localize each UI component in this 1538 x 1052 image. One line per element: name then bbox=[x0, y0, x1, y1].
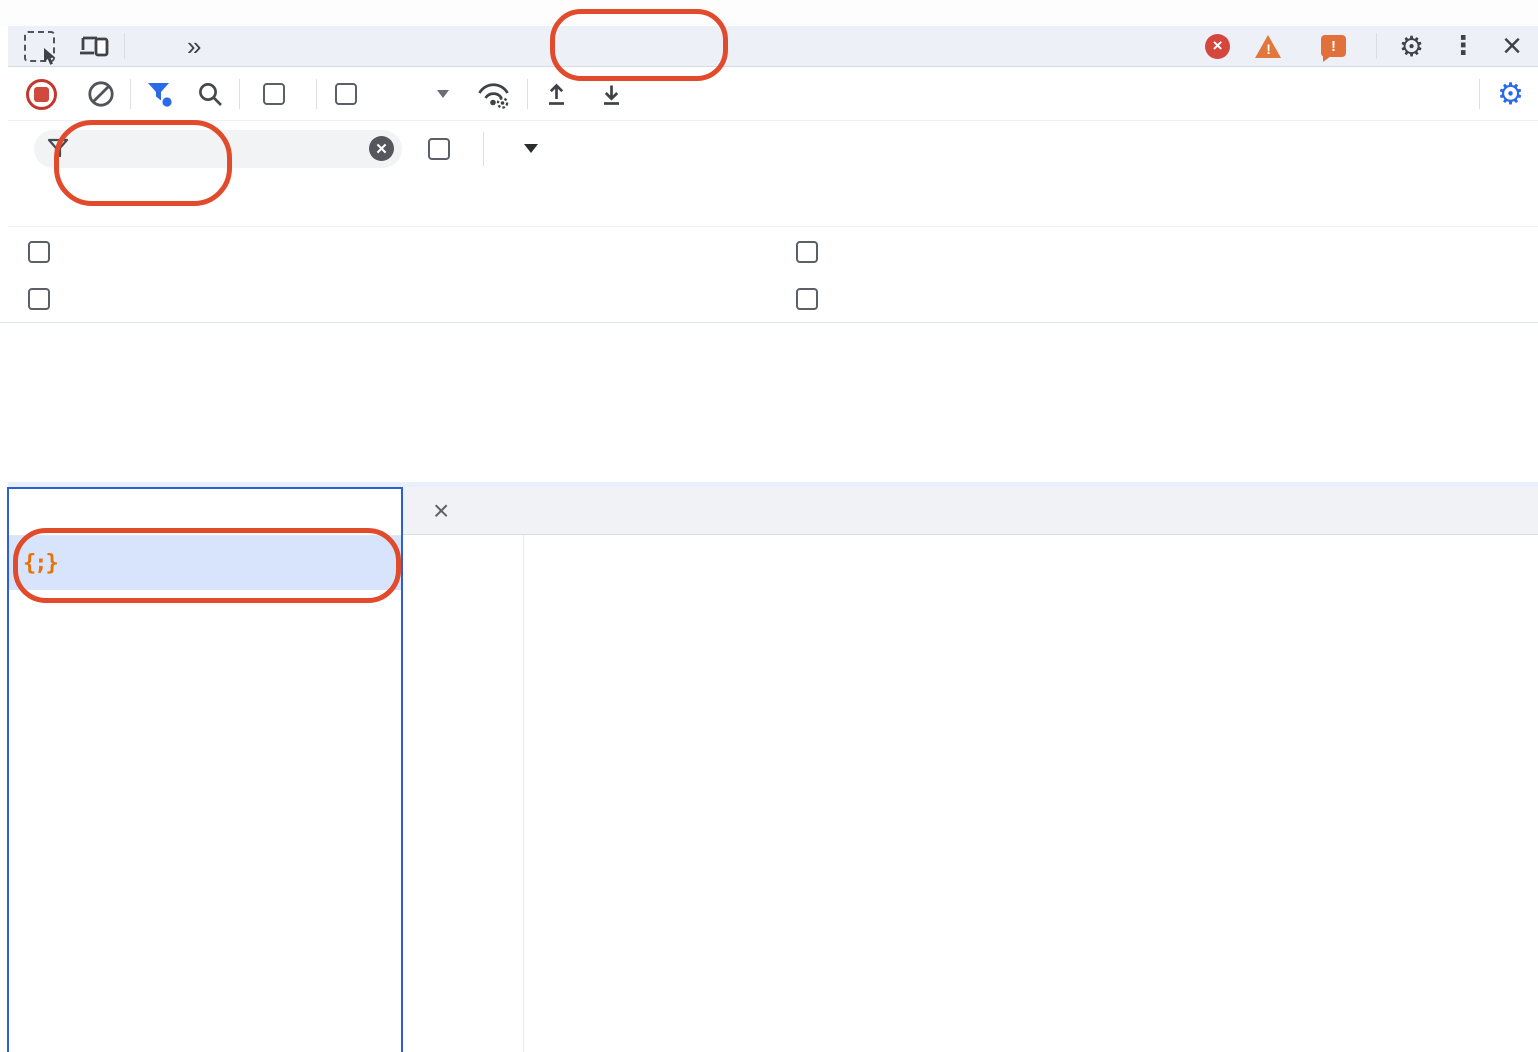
json-braces-icon: {;} bbox=[23, 551, 57, 576]
request-list-panel: {;} bbox=[7, 487, 403, 1052]
gutter-divider bbox=[523, 535, 524, 1052]
detail-tab-bar: × bbox=[403, 487, 1538, 535]
network-toolbar: ⚙ bbox=[8, 68, 1538, 121]
network-options bbox=[8, 227, 1538, 322]
divider bbox=[1479, 79, 1480, 109]
divider bbox=[124, 33, 125, 59]
timeline-overview[interactable] bbox=[0, 322, 1538, 482]
inspect-element-icon[interactable] bbox=[24, 31, 55, 62]
har-import-icon[interactable] bbox=[543, 80, 570, 108]
divider bbox=[130, 79, 131, 109]
close-detail-icon[interactable]: × bbox=[433, 497, 449, 525]
devtools-window: » × ! ! ⚙ ⋮ × bbox=[0, 0, 1538, 1052]
record-network-log-button[interactable] bbox=[26, 79, 57, 110]
console-errors-button[interactable]: × bbox=[1205, 34, 1238, 59]
more-options-icon[interactable]: ⋮ bbox=[1450, 31, 1476, 61]
devtools-tab-bar: » × ! ! ⚙ ⋮ × bbox=[8, 26, 1538, 67]
error-icon: × bbox=[1205, 34, 1230, 59]
resource-type-chip-row bbox=[8, 176, 1538, 227]
cursor-arrow-icon bbox=[43, 47, 59, 65]
warning-icon: ! bbox=[1255, 34, 1282, 58]
big-request-rows-checkbox[interactable] bbox=[28, 241, 50, 263]
network-filter-row: ✕ bbox=[8, 121, 1538, 176]
more-filters-caret-icon[interactable] bbox=[524, 144, 538, 153]
divider bbox=[316, 79, 317, 109]
preserve-log-checkbox[interactable] bbox=[263, 83, 285, 105]
response-viewer[interactable] bbox=[403, 535, 1538, 1052]
filter-funnel-icon[interactable] bbox=[146, 81, 173, 107]
console-warnings-button[interactable]: ! bbox=[1255, 34, 1290, 58]
filter-funnel-outline-icon bbox=[47, 138, 70, 160]
divider bbox=[483, 132, 484, 166]
filter-input[interactable]: ✕ bbox=[34, 130, 402, 168]
screenshots-checkbox[interactable] bbox=[796, 288, 818, 310]
network-settings-gear-icon[interactable]: ⚙ bbox=[1497, 77, 1524, 112]
clear-network-log-button[interactable] bbox=[87, 80, 115, 108]
divider bbox=[527, 79, 528, 109]
disable-cache-checkbox[interactable] bbox=[335, 83, 357, 105]
request-detail-panel: × bbox=[403, 487, 1538, 1052]
more-tabs-icon[interactable]: » bbox=[187, 31, 199, 62]
issues-button[interactable]: ! bbox=[1321, 35, 1354, 57]
issue-badges: × ! ! bbox=[1205, 34, 1354, 59]
page-top-strip bbox=[0, 0, 1538, 26]
device-toolbar-icon[interactable] bbox=[79, 33, 110, 60]
network-conditions-icon[interactable] bbox=[475, 80, 512, 109]
clear-filter-icon[interactable]: ✕ bbox=[369, 136, 394, 161]
throttling-caret-icon[interactable] bbox=[437, 90, 449, 98]
name-column-header[interactable] bbox=[9, 489, 401, 536]
group-by-frame-checkbox[interactable] bbox=[796, 241, 818, 263]
invert-checkbox[interactable] bbox=[428, 138, 450, 160]
issue-icon: ! bbox=[1321, 35, 1346, 57]
har-export-icon[interactable] bbox=[598, 80, 625, 108]
settings-gear-icon[interactable]: ⚙ bbox=[1399, 30, 1424, 63]
request-row[interactable]: {;} bbox=[9, 536, 401, 590]
search-icon[interactable] bbox=[197, 81, 224, 108]
divider bbox=[239, 79, 240, 109]
divider bbox=[1376, 33, 1377, 59]
close-devtools-icon[interactable]: × bbox=[1502, 29, 1522, 63]
overview-checkbox[interactable] bbox=[28, 288, 50, 310]
